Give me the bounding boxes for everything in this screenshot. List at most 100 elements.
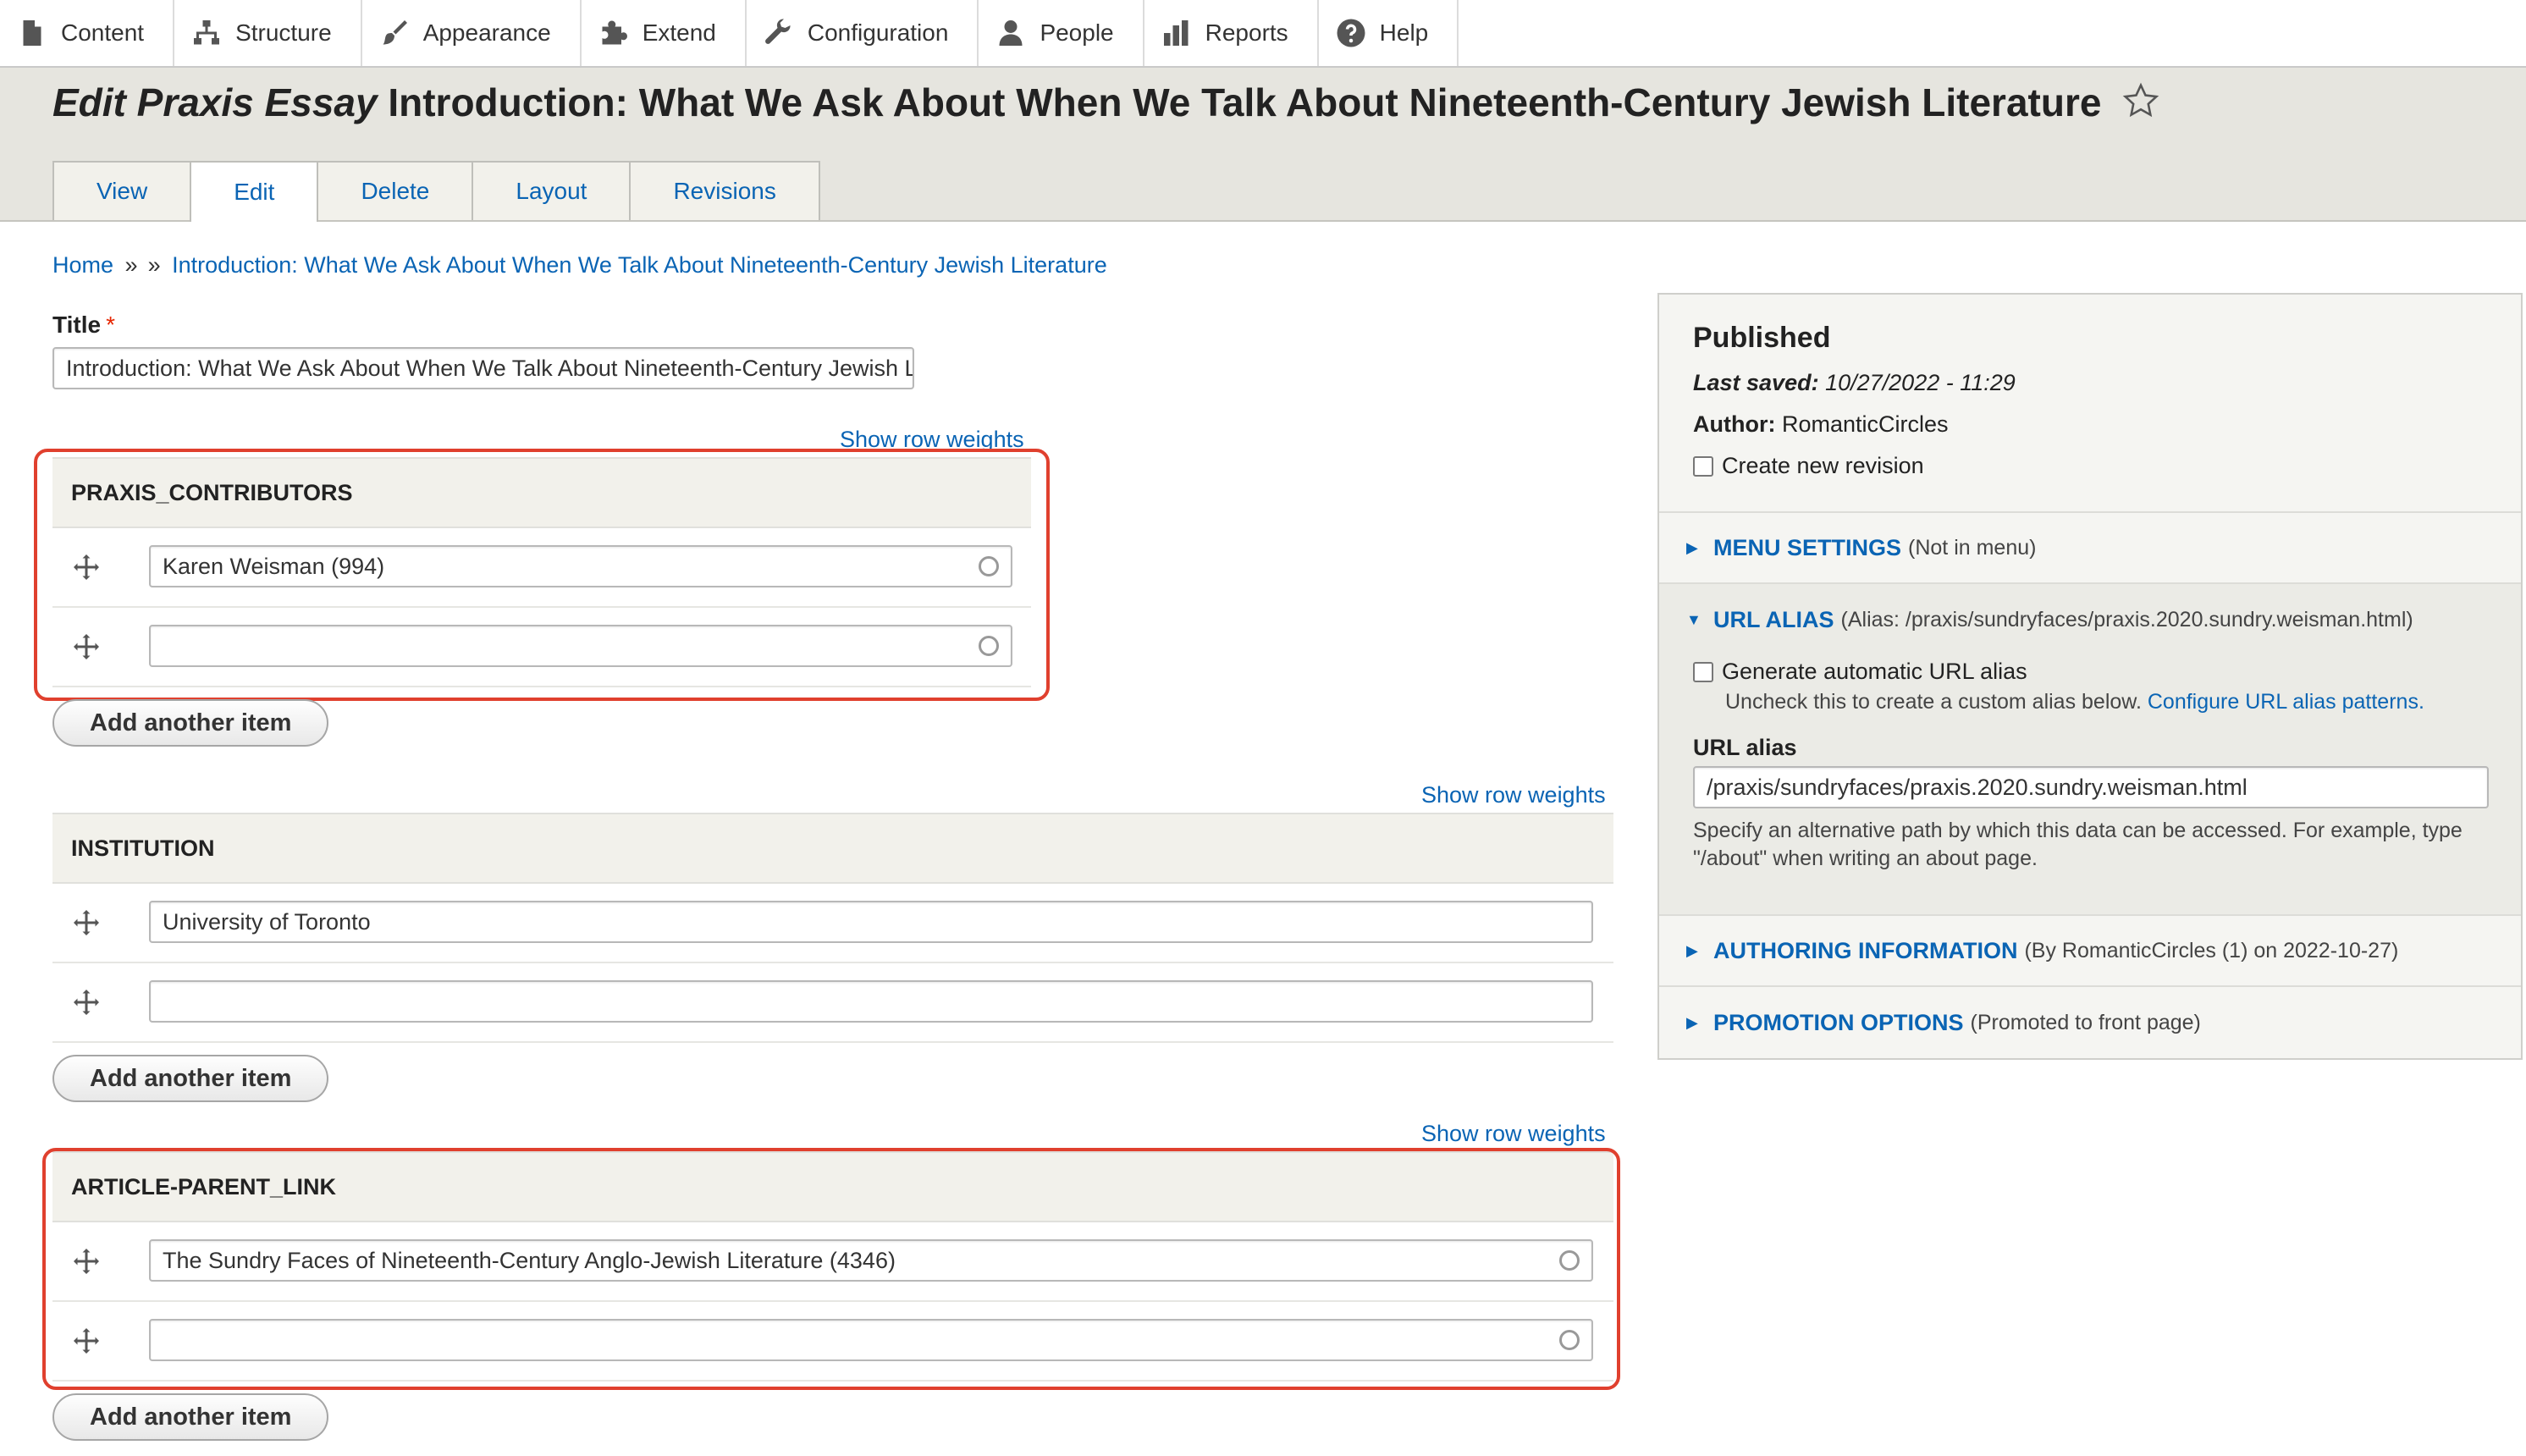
local-tabs: View Edit Delete Layout Revisions [52,161,820,222]
toolbar-content[interactable]: Content [0,0,175,66]
title-input-value: Introduction: What We Ask About When We … [66,355,914,381]
star-icon[interactable] [2122,82,2159,119]
question-icon [1334,16,1368,50]
breadcrumb-separator: » [147,252,161,278]
url-alias-section: ▼ URL ALIAS (Alias: /praxis/sundryfaces/… [1659,584,2521,916]
page-title-prefix: Edit Praxis Essay [52,80,378,124]
entity-meta-sidebar: Published Last saved: 10/27/2022 - 11:29… [1657,293,2523,1060]
promotion-summary: (Promoted to front page) [1970,1010,2201,1034]
url-alias-label: URL alias [1693,735,1797,760]
url-alias-title: URL ALIAS [1713,606,1834,632]
generate-alias-checkbox[interactable] [1693,662,1713,682]
url-alias-value: /praxis/sundryfaces/praxis.2020.sundry.w… [1707,774,2247,800]
toolbar-people-label: People [1040,19,1114,46]
admin-toolbar: Content Structure Appearance Extend Conf… [0,0,2526,69]
toolbar-appearance-label: Appearance [422,19,551,46]
generate-alias-desc-text: Uncheck this to create a custom alias be… [1725,690,2142,714]
configure-alias-patterns-link[interactable]: Configure URL alias patterns. [2148,690,2424,714]
authoring-information-section[interactable]: ▶ AUTHORING INFORMATION (By RomanticCirc… [1659,916,2521,987]
tab-layout[interactable]: Layout [472,161,632,220]
author-label: Author: [1693,411,1776,437]
toolbar-extend[interactable]: Extend [582,0,747,66]
institution-input[interactable]: University of Toronto [149,901,1593,943]
tab-delete[interactable]: Delete [317,161,474,220]
breadcrumb-home[interactable]: Home [52,252,113,278]
menu-settings-section[interactable]: ▶ MENU SETTINGS (Not in menu) [1659,513,2521,584]
breadcrumb-current[interactable]: Introduction: What We Ask About When We … [172,252,1107,278]
last-saved: Last saved: 10/27/2022 - 11:29 [1693,370,2487,396]
toolbar-help[interactable]: Help [1319,0,1459,66]
toolbar-people[interactable]: People [979,0,1144,66]
paintbrush-icon [378,16,411,50]
collapsed-arrow-icon: ▶ [1686,538,1698,556]
add-another-institution-button[interactable]: Add another item [52,1055,329,1102]
url-alias-input[interactable]: /praxis/sundryfaces/praxis.2020.sundry.w… [1693,766,2489,808]
promotion-options-section[interactable]: ▶ PROMOTION OPTIONS (Promoted to front p… [1659,987,2521,1058]
title-label-wrap: Title * [52,312,115,339]
required-marker: * [106,312,115,338]
url-alias-toggle[interactable]: ▼ URL ALIAS (Alias: /praxis/sundryfaces/… [1659,584,2521,655]
annotation-highlight [42,1148,1620,1390]
drag-handle-icon[interactable] [71,987,102,1018]
breadcrumb-separator: » [124,252,138,278]
table-row: University of Toronto [52,884,1613,963]
toolbar-structure[interactable]: Structure [174,0,362,66]
tab-view[interactable]: View [52,161,192,220]
toolbar-reports[interactable]: Reports [1144,0,1319,66]
show-row-weights-link[interactable]: Show row weights [1421,782,1606,808]
show-row-weights-link[interactable]: Show row weights [1421,1121,1606,1147]
toolbar-configuration[interactable]: Configuration [747,0,979,66]
annotation-highlight [34,449,1050,701]
wrench-icon [762,16,796,50]
new-revision-option: Create new revision [1693,453,2487,479]
tab-revisions[interactable]: Revisions [629,161,820,220]
toolbar-appearance[interactable]: Appearance [362,0,582,66]
publish-status-panel: Published Last saved: 10/27/2022 - 11:29… [1659,295,2521,513]
tab-edit[interactable]: Edit [190,161,319,222]
breadcrumb: Home » » Introduction: What We Ask About … [52,252,1107,279]
institution-value: University of Toronto [163,908,371,935]
last-saved-label: Last saved: [1693,370,1819,395]
puzzle-icon [597,16,631,50]
institution-input[interactable] [149,980,1593,1023]
author-line: Author: RomanticCircles [1693,411,2487,438]
authoring-title: AUTHORING INFORMATION [1713,937,2018,963]
collapsed-arrow-icon: ▶ [1686,941,1698,959]
menu-settings-summary: (Not in menu) [1908,535,2037,560]
publish-status: Published [1693,322,1831,354]
add-another-parent-link-button[interactable]: Add another item [52,1393,329,1441]
menu-settings-title: MENU SETTINGS [1713,534,1902,560]
bar-chart-icon [1160,16,1194,50]
page-header: Edit Praxis Essay Introduction: What We … [0,68,2526,222]
page-title: Edit Praxis Essay Introduction: What We … [52,80,2159,125]
toolbar-reports-label: Reports [1205,19,1288,46]
url-alias-description: Specify an alternative path by which thi… [1693,819,2463,870]
sitemap-icon [190,16,223,50]
generate-alias-option: Generate automatic URL alias [1693,659,2497,685]
page-title-text: Introduction: What We Ask About When We … [388,80,2102,124]
title-label: Title [52,312,102,338]
collapsed-arrow-icon: ▶ [1686,1013,1698,1031]
promotion-title: PROMOTION OPTIONS [1713,1009,1964,1035]
institution-heading: INSTITUTION [52,814,1613,884]
title-input[interactable]: Introduction: What We Ask About When We … [52,347,914,389]
drag-handle-icon[interactable] [71,907,102,938]
toolbar-configuration-label: Configuration [807,19,949,46]
toolbar-extend-label: Extend [642,19,716,46]
last-saved-value: 10/27/2022 - 11:29 [1825,370,2016,395]
toolbar-structure-label: Structure [235,19,332,46]
new-revision-checkbox[interactable] [1693,456,1713,477]
authoring-summary: (By RomanticCircles (1) on 2022-10-27) [2024,938,2399,962]
url-alias-summary: (Alias: /praxis/sundryfaces/praxis.2020.… [1840,607,2413,631]
institution-table: INSTITUTION University of Toronto [52,813,1613,1043]
generate-alias-description: Uncheck this to create a custom alias be… [1725,688,2497,716]
url-alias-body: Generate automatic URL alias Uncheck thi… [1693,659,2497,873]
expanded-arrow-icon: ▼ [1686,610,1701,628]
author-value: RomanticCircles [1781,411,1949,437]
toolbar-content-label: Content [61,19,145,46]
table-row [52,963,1613,1043]
page-icon [15,16,49,50]
new-revision-label: Create new revision [1722,453,1924,478]
toolbar-help-label: Help [1379,19,1429,46]
add-another-contributor-button[interactable]: Add another item [52,699,329,747]
